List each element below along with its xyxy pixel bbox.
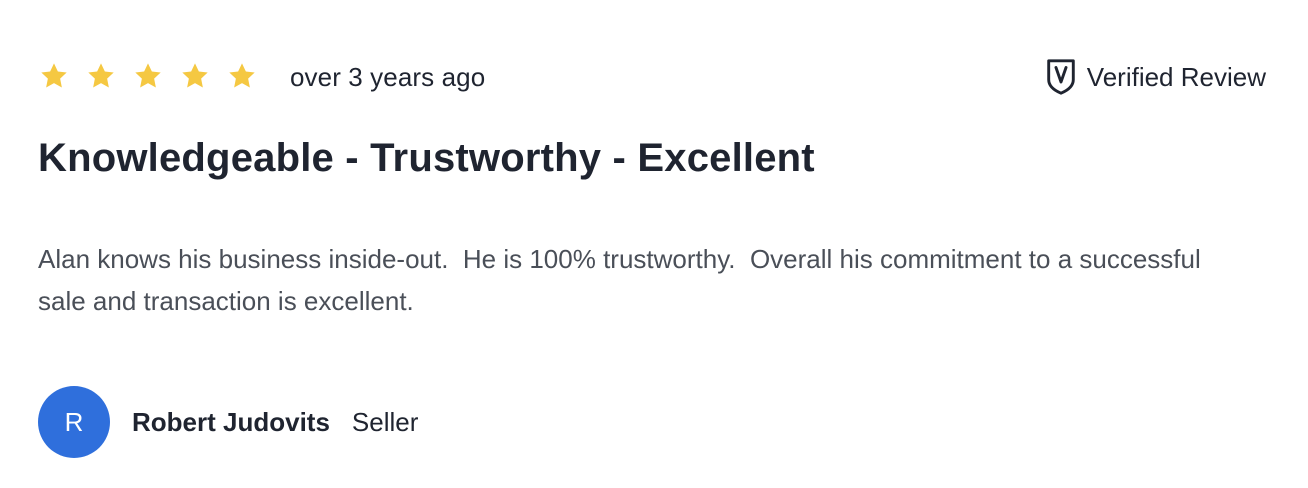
verified-review-label: Verified Review bbox=[1086, 61, 1266, 92]
review-title: Knowledgeable - Trustworthy - Excellent bbox=[38, 136, 815, 180]
review-date: over 3 years ago bbox=[290, 62, 486, 92]
verified-review-badge: Verified Review bbox=[1045, 58, 1266, 96]
star-icon bbox=[38, 60, 70, 92]
star-icon bbox=[132, 60, 164, 92]
shield-check-icon bbox=[1045, 58, 1077, 96]
reviewer-name: Robert Judovits bbox=[132, 406, 330, 437]
review-body: Alan knows his business inside-out. He i… bbox=[38, 244, 1208, 316]
star-icon bbox=[179, 60, 211, 92]
reviewer-role: Seller bbox=[351, 406, 419, 437]
review-header: over 3 years ago Verified Review bbox=[38, 56, 1268, 100]
avatar: R bbox=[38, 386, 110, 458]
star-icon bbox=[85, 60, 117, 92]
reviewer-info: R Robert Judovits Seller bbox=[38, 386, 418, 458]
star-rating bbox=[38, 60, 258, 92]
review-card: over 3 years ago Verified Review Knowled… bbox=[0, 0, 1308, 488]
star-icon bbox=[226, 60, 258, 92]
